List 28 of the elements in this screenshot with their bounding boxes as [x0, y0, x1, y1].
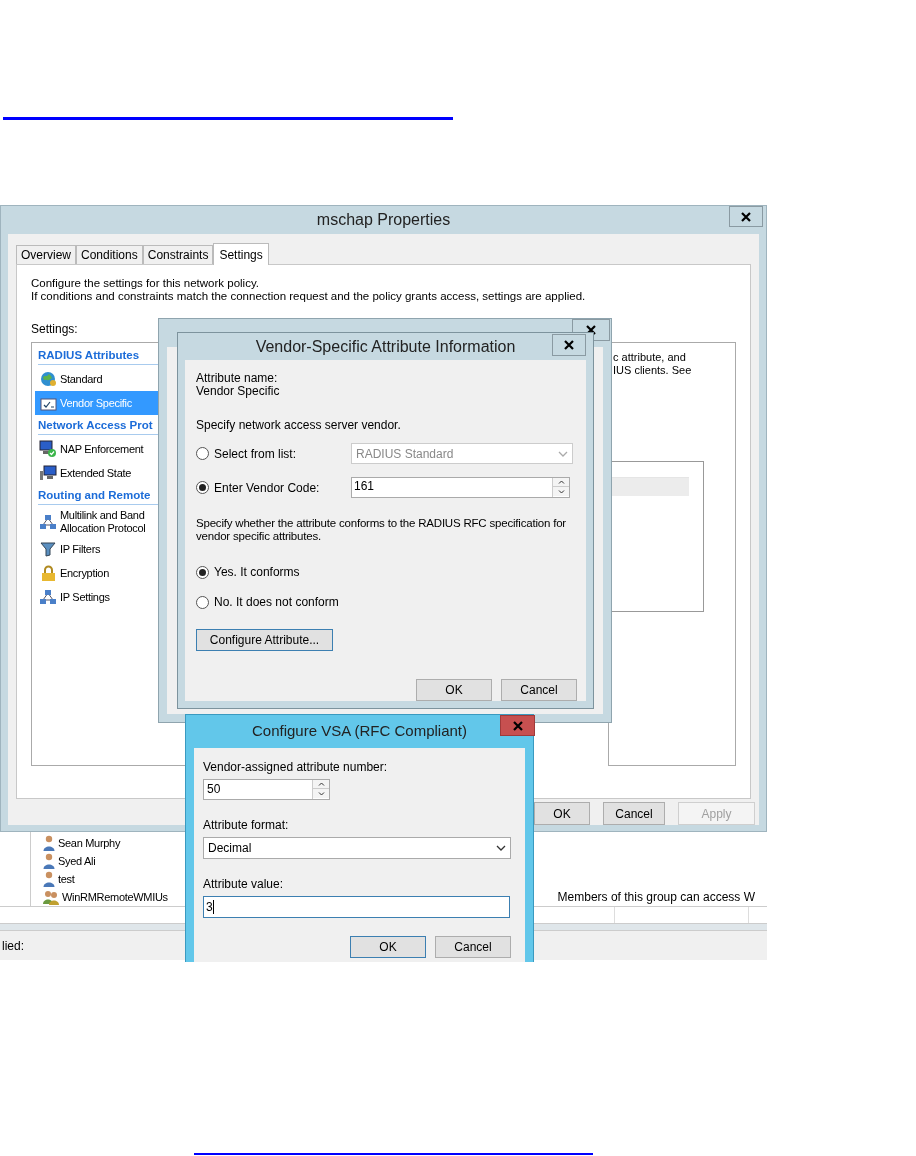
description-text: If conditions and constraints match the connection request and the policy grants access, settings are applied. — [31, 290, 587, 303]
attribute-name-label: Attribute name: — [196, 372, 279, 385]
conform-prompt: Specify whether the attribute conforms to the RADIUS RFC specification for vendor specific attributes. — [196, 517, 567, 543]
description-text: Configure the settings for this network policy. — [31, 277, 260, 290]
radio-label: Select from list: — [214, 445, 297, 463]
field-label: Attribute format: — [203, 817, 290, 834]
radio-label: No. It does not conform — [214, 594, 339, 611]
vendor-prompt: Specify network access server vendor. — [196, 417, 402, 434]
dialog-title: Vendor-Specific Attribute Information — [255, 336, 516, 357]
radio-label: Yes. It conforms — [214, 564, 300, 581]
dialog-title: Configure VSA (RFC Compliant) — [251, 721, 468, 742]
category-heading: Routing and Remote — [38, 487, 151, 503]
field-label: Vendor-assigned attribute number: — [203, 759, 389, 776]
user-name: test — [58, 871, 75, 887]
radio-label: Enter Vendor Code: — [214, 479, 320, 497]
window-title: mschap Properties — [316, 210, 451, 230]
details-text: c attribute, and — [613, 351, 687, 364]
user-name: WinRMRemoteWMIUs — [62, 889, 168, 905]
user-name: Syed Ali — [58, 853, 96, 869]
category-heading: Network Access Prot — [38, 417, 153, 433]
field-label: Attribute value: — [203, 876, 285, 893]
attribute-name: Vendor Specific — [196, 385, 281, 398]
status-bar-text: lied: — [2, 937, 24, 955]
category-heading: RADIUS Attributes — [38, 347, 140, 363]
settings-label: Settings: — [31, 321, 78, 338]
user-name: Sean Murphy — [58, 835, 121, 851]
group-description: Members of this group can access W — [557, 889, 755, 906]
details-text: IUS clients. See — [613, 364, 693, 377]
